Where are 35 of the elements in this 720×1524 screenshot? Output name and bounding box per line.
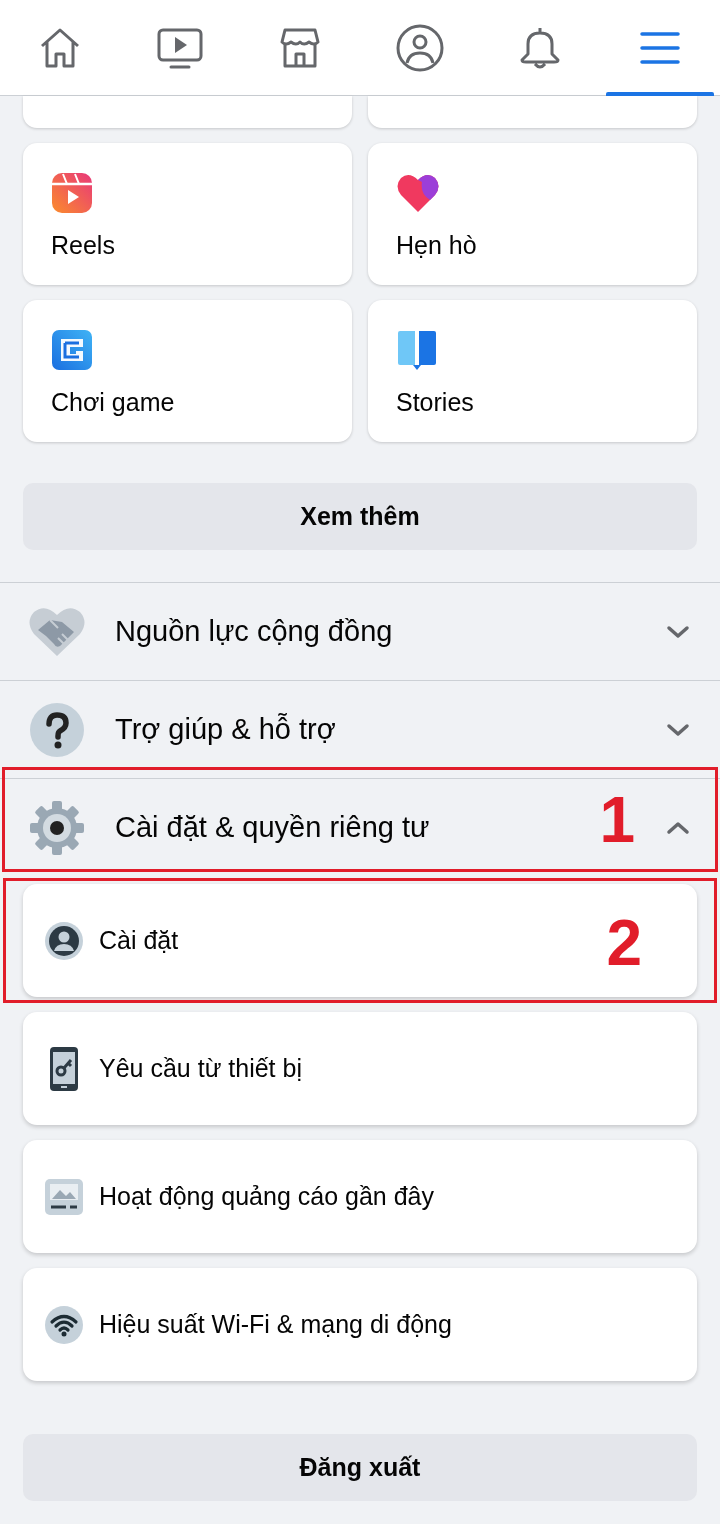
annotation-number: 2 bbox=[606, 911, 642, 975]
shortcut-label: Chơi game bbox=[51, 388, 175, 417]
settings-item[interactable]: Yêu cầu từ thiết bị bbox=[23, 1012, 697, 1125]
image-icon bbox=[44, 1176, 84, 1217]
settings-item-label: Cài đặt bbox=[99, 926, 179, 955]
wifi-icon bbox=[44, 1304, 84, 1345]
handshake-icon bbox=[28, 605, 86, 658]
phone-key-icon bbox=[49, 1045, 79, 1092]
section-label[interactable]: Trợ giúp & hỗ trợ bbox=[115, 713, 336, 746]
shortcut-card[interactable]: Hẹn hò bbox=[368, 143, 697, 285]
settings-item[interactable]: Hoạt động quảng cáo gần đây bbox=[23, 1140, 697, 1253]
help-icon bbox=[29, 701, 85, 758]
shortcut-card[interactable]: Reels bbox=[23, 143, 352, 285]
profile-icon bbox=[44, 920, 84, 961]
annotation-number: 1 bbox=[599, 788, 635, 852]
settings-item[interactable]: Hiệu suất Wi-Fi & mạng di động bbox=[23, 1268, 697, 1381]
profile-icon bbox=[395, 22, 445, 73]
menu-icon bbox=[639, 29, 681, 66]
section-label[interactable]: Nguồn lực cộng đồng bbox=[115, 615, 393, 648]
book-icon bbox=[396, 329, 438, 371]
shortcut-label: Stories bbox=[396, 388, 474, 417]
shortcut-label: Reels bbox=[51, 231, 115, 260]
shortcut-card[interactable]: Chơi game bbox=[23, 300, 352, 442]
see-more-button[interactable]: Xem thêm bbox=[23, 483, 697, 550]
settings-item-label: Hoạt động quảng cáo gần đây bbox=[99, 1182, 434, 1211]
shortcut-card[interactable]: Stories bbox=[368, 300, 697, 442]
shortcut-label: Hẹn hò bbox=[396, 231, 477, 260]
reels-icon bbox=[51, 172, 93, 214]
gear-icon bbox=[28, 798, 86, 857]
settings-item-label: Hiệu suất Wi-Fi & mạng di động bbox=[99, 1310, 452, 1339]
settings-item-label: Yêu cầu từ thiết bị bbox=[99, 1054, 302, 1083]
section-label[interactable]: Cài đặt & quyền riêng tư bbox=[115, 811, 430, 844]
heart-icon bbox=[396, 172, 440, 214]
gaming-icon bbox=[51, 329, 93, 371]
logout-button[interactable]: Đăng xuất bbox=[23, 1434, 697, 1501]
